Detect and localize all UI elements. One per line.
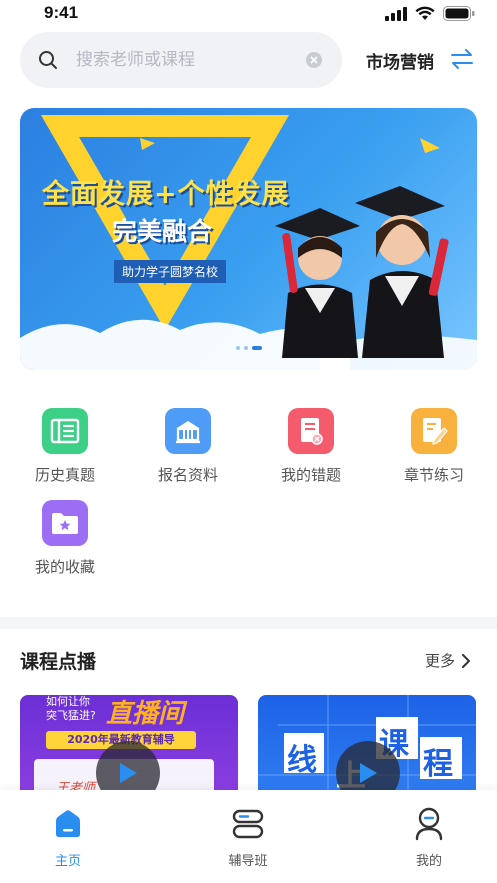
favorites-icon bbox=[42, 500, 88, 546]
clear-search-icon[interactable] bbox=[306, 52, 322, 68]
banner-tag: 助力学子圆梦名校 bbox=[114, 260, 227, 283]
grid-item-favorites[interactable]: 我的收藏 bbox=[10, 500, 120, 577]
chapter-practice-icon bbox=[411, 408, 457, 454]
grid-item-label: 我的错题 bbox=[280, 466, 341, 484]
promo-banner[interactable]: 全面发展+个性发展 完美融合 助力学子圆梦名校 bbox=[20, 108, 477, 370]
profile-icon bbox=[379, 806, 479, 842]
battery-icon bbox=[443, 6, 475, 21]
section-title-courses: 课程点播 bbox=[20, 651, 97, 673]
subject-selector-label[interactable]: 市场营销 bbox=[366, 48, 434, 73]
class-icon bbox=[198, 806, 298, 842]
play-button[interactable] bbox=[96, 741, 160, 795]
course-card-live[interactable]: 如何让你 突飞猛进? 直播间 2020年最新教育辅导 王老师 bbox=[20, 695, 238, 795]
grid-item-label: 报名资料 bbox=[157, 466, 218, 484]
status-bar: 9:41 bbox=[0, 0, 497, 30]
home-icon bbox=[18, 806, 118, 842]
tab-classes[interactable]: 辅导班 bbox=[198, 806, 298, 869]
section-divider bbox=[0, 617, 497, 629]
registration-icon bbox=[165, 408, 211, 454]
course-card-question-line2: 突飞猛进? bbox=[46, 709, 96, 722]
carousel-indicator bbox=[236, 346, 262, 350]
grid-item-wrong-questions[interactable]: 我的错题 bbox=[256, 408, 366, 485]
course-card-question-line1: 如何让你 bbox=[46, 695, 90, 708]
play-icon bbox=[120, 763, 137, 783]
switch-subject-icon[interactable] bbox=[450, 48, 474, 74]
grid-item-label: 我的收藏 bbox=[34, 558, 95, 576]
graduate-right-figure bbox=[355, 186, 449, 358]
carousel-dot-active[interactable] bbox=[252, 346, 262, 350]
search-icon bbox=[38, 50, 58, 70]
grid-item-registration[interactable]: 报名资料 bbox=[133, 408, 243, 485]
tab-home[interactable]: 主页 bbox=[18, 806, 118, 869]
course-card-online[interactable]: 线 上 课 程 bbox=[258, 695, 476, 795]
bottom-tab-bar: 主页 辅导班 我的 bbox=[0, 790, 497, 883]
play-icon bbox=[360, 763, 377, 783]
status-time: 9:41 bbox=[44, 3, 79, 22]
more-label: 更多 bbox=[425, 652, 456, 670]
grid-item-history-exams[interactable]: 历史真题 bbox=[10, 408, 120, 485]
tab-label: 主页 bbox=[54, 854, 81, 869]
search-row: 市场营销 bbox=[0, 30, 497, 92]
course-card-headline: 直播间 bbox=[106, 699, 185, 729]
banner-title: 全面发展+个性发展 bbox=[42, 179, 290, 210]
search-box[interactable] bbox=[20, 32, 342, 88]
banner-artwork bbox=[20, 115, 477, 370]
grid-item-label: 历史真题 bbox=[34, 466, 95, 484]
grid-item-label: 章节练习 bbox=[403, 466, 464, 484]
more-courses-link[interactable]: 更多 bbox=[425, 650, 471, 671]
carousel-dot[interactable] bbox=[236, 346, 240, 350]
status-icons bbox=[385, 6, 475, 21]
tab-label: 我的 bbox=[415, 854, 442, 869]
grid-item-chapter-practice[interactable]: 章节练习 bbox=[379, 408, 489, 485]
graduate-left-figure bbox=[275, 208, 360, 358]
banner-subtitle: 完美融合 bbox=[112, 217, 213, 246]
wifi-icon bbox=[415, 6, 435, 20]
signal-icon bbox=[385, 6, 407, 21]
tab-profile[interactable]: 我的 bbox=[379, 806, 479, 869]
history-exam-icon bbox=[42, 408, 88, 454]
course-card-char: 线 bbox=[287, 743, 317, 778]
course-card-char: 程 bbox=[423, 747, 453, 782]
search-input[interactable] bbox=[74, 49, 278, 71]
wrong-question-icon bbox=[288, 408, 334, 454]
tab-label: 辅导班 bbox=[228, 854, 268, 869]
chevron-right-icon bbox=[462, 653, 471, 668]
carousel-dot[interactable] bbox=[244, 346, 248, 350]
